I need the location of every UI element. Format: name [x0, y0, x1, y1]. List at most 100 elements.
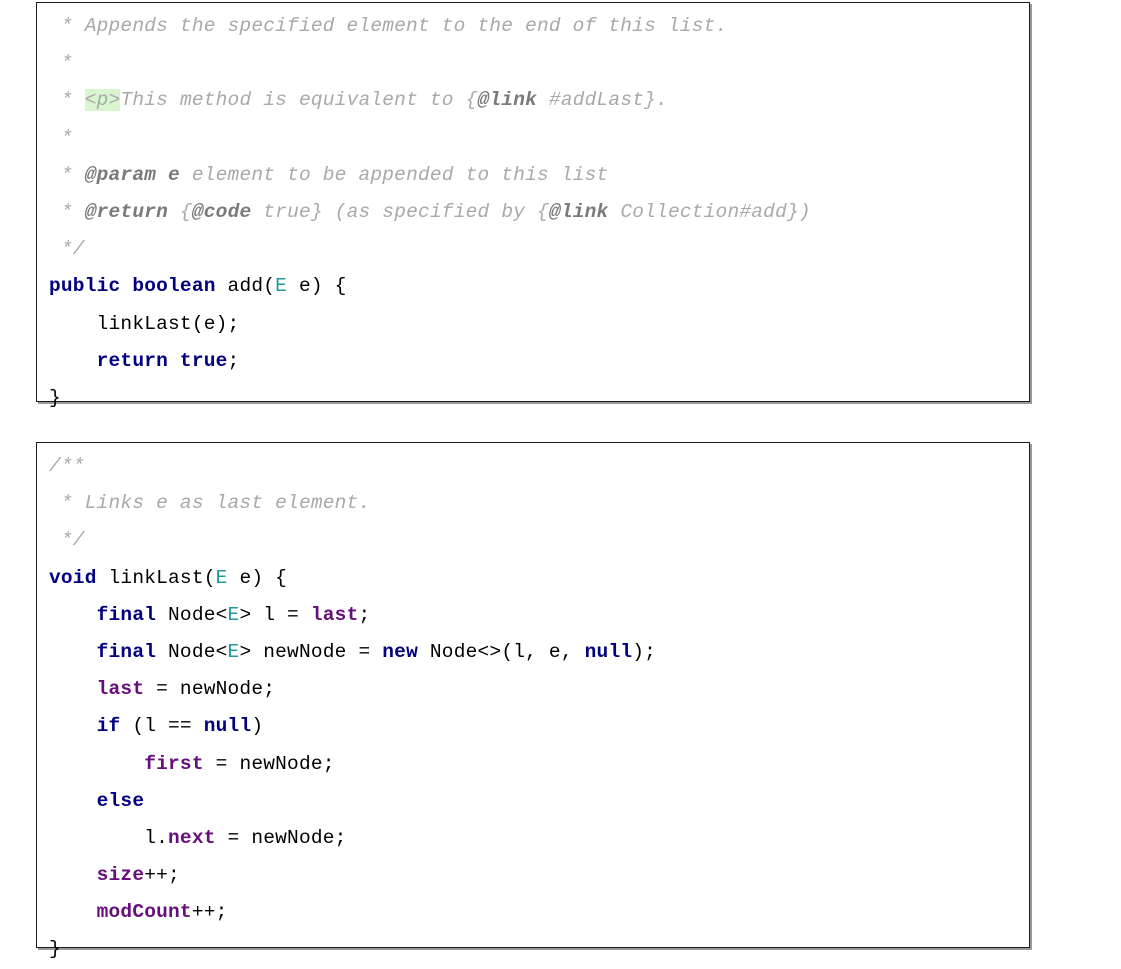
code-token-cmt: This method is equivalent to { [120, 89, 478, 112]
code-token-cmt: * [49, 163, 85, 186]
code-token-plain: e) { [227, 566, 288, 589]
code-line: * Links e as last element. [37, 485, 1029, 522]
code-token-kw: null [584, 640, 633, 663]
code-token-cmt: * [49, 126, 73, 149]
code-token-plain: = newNode; [203, 752, 335, 775]
code-line: void linkLast(E e) { [37, 560, 1029, 597]
code-line: first = newNode; [37, 746, 1029, 783]
code-token-cmt-tag: e [168, 163, 180, 186]
code-token-plain: > l = [239, 603, 311, 626]
code-token-kw: public boolean [49, 275, 216, 298]
code-line: if (l == null) [37, 708, 1029, 745]
code-token-cmt-hl: <p> [84, 89, 121, 112]
code-token-cmt-tag: @link [477, 89, 538, 112]
code-line: * <p>This method is equivalent to {@link… [37, 82, 1029, 119]
code-token-kw: final [96, 640, 157, 663]
code-token-plain: } [49, 386, 61, 409]
code-line: */ [37, 231, 1029, 268]
code-token-field: last [310, 603, 359, 626]
code-token-plain: Node< [156, 603, 228, 626]
code-token-cmt-tag: @link [548, 200, 609, 223]
code-line: */ [37, 522, 1029, 559]
code-block-linklast-method: /** * Links e as last element. */ void li… [36, 442, 1030, 960]
code-token-kw: return true [96, 349, 228, 372]
code-line: public boolean add(E e) { [37, 268, 1029, 305]
code-token-field: next [168, 826, 216, 849]
code-token-plain: } [49, 938, 61, 961]
code-token-kw: if [96, 715, 121, 738]
code-token-plain: e) { [287, 275, 347, 298]
code-token-plain: Node< [156, 640, 228, 663]
code-token-field: first [144, 752, 204, 775]
code-token-plain: add( [215, 275, 276, 298]
code-token-plain: = newNode; [215, 826, 347, 849]
code-token-type-param: E [275, 275, 288, 298]
code-line: size++; [37, 857, 1029, 894]
code-token-kw: new [382, 640, 418, 663]
code-line: l.next = newNode; [37, 820, 1029, 857]
code-token-plain: ++; [191, 901, 228, 924]
code-token-plain: (l == [120, 715, 204, 738]
code-token-cmt: element to be appended to this list [179, 163, 609, 186]
code-token-plain: ) [251, 715, 264, 738]
code-line: * @param e element to be appended to thi… [37, 157, 1029, 194]
code-token-cmt: * [49, 52, 73, 75]
code-token-field: last [96, 678, 145, 701]
code-token-plain: ); [632, 640, 657, 663]
code-token-cmt: Collection#add}) [608, 200, 811, 223]
code-token-type-param: E [227, 640, 240, 663]
code-line: return true; [37, 343, 1029, 380]
code-token-cmt: * [49, 89, 85, 112]
code-token-cmt-tag: @code [191, 200, 252, 223]
code-block-add-method: * Appends the specified element to the e… [36, 2, 1030, 409]
code-token-kw: final [96, 603, 157, 626]
code-line: * @return {@code true} (as specified by … [37, 194, 1029, 231]
code-token-cmt [156, 164, 168, 186]
code-line: } [37, 931, 1029, 968]
code-token-field: size [96, 864, 145, 887]
code-token-cmt: * Appends the specified element to the e… [49, 15, 728, 37]
code-line: modCount++; [37, 894, 1029, 931]
code-line: linkLast(e); [37, 306, 1029, 343]
code-token-plain: ++; [144, 864, 180, 887]
code-token-cmt: /** [49, 455, 85, 477]
code-token-plain: > newNode = [239, 640, 383, 663]
code-token-plain: linkLast( [96, 566, 216, 589]
code-token-plain: Node<>(l, e, [418, 640, 585, 663]
code-line: final Node<E> newNode = new Node<>(l, e,… [37, 634, 1029, 671]
code-token-type-param: E [227, 603, 240, 626]
code-token-plain: = newNode; [144, 678, 276, 701]
code-token-cmt: * [49, 200, 85, 223]
code-token-cmt: #addLast}. [537, 89, 668, 112]
code-figure-page: * Appends the specified element to the e… [0, 0, 1121, 960]
code-line: final Node<E> l = last; [37, 597, 1029, 634]
code-token-plain: ; [358, 603, 371, 626]
code-token-plain: l. [49, 826, 169, 849]
code-token-cmt: * Links e as last element. [49, 492, 371, 515]
code-line: else [37, 783, 1029, 820]
code-line: * Appends the specified element to the e… [37, 8, 1029, 45]
code-token-kw: null [203, 715, 252, 738]
code-line: } [37, 380, 1029, 417]
code-token-cmt-tag: @param [84, 163, 157, 186]
code-token-type-param: E [215, 566, 228, 589]
code-token-kw: else [96, 789, 145, 812]
code-token-cmt: */ [49, 238, 85, 261]
code-line: /** [37, 448, 1029, 485]
code-token-cmt: */ [49, 529, 85, 552]
code-token-plain: linkLast(e); [49, 312, 240, 335]
code-line: * [37, 45, 1029, 82]
code-token-field: modCount [96, 901, 192, 924]
code-token-kw: void [49, 566, 97, 589]
code-line: * [37, 120, 1029, 157]
code-token-cmt: true} (as specified by { [251, 200, 549, 223]
